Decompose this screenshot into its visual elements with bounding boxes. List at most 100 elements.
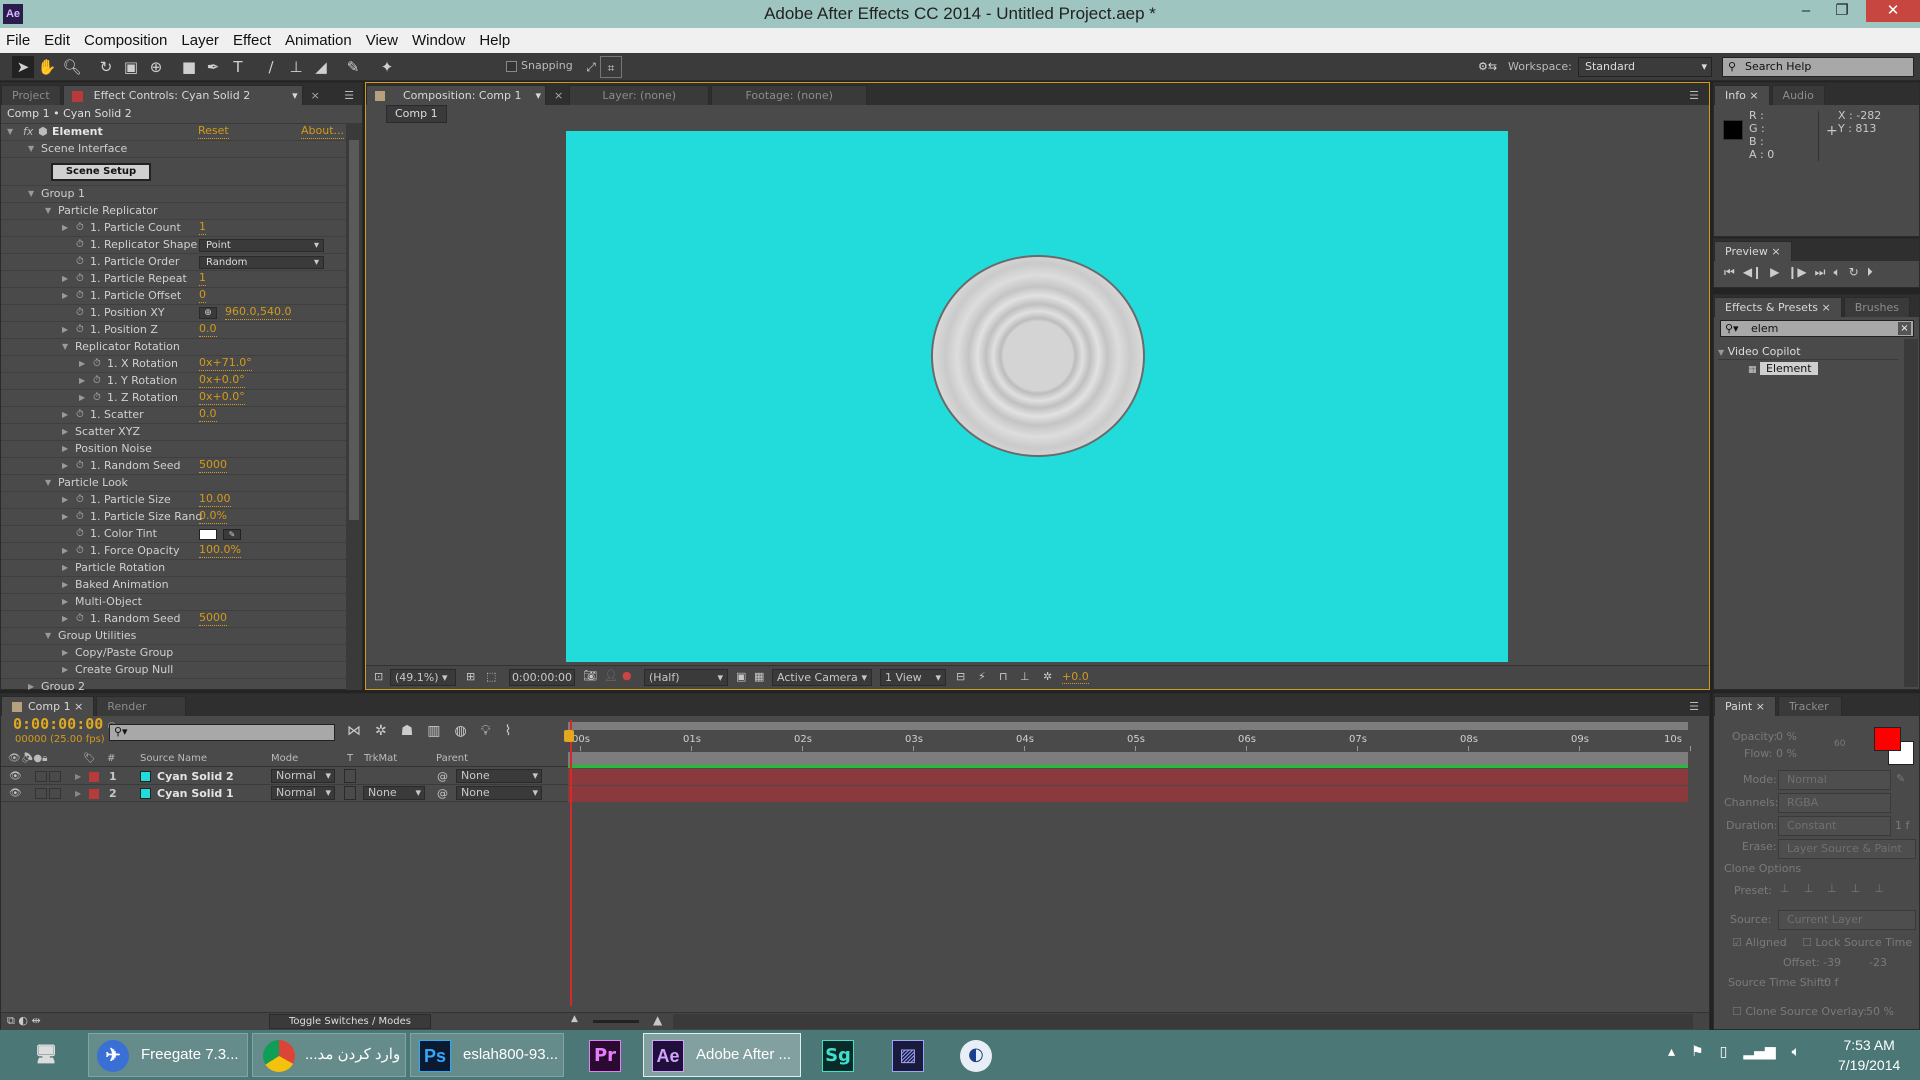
shy-layers-icon[interactable]: ☗ bbox=[401, 723, 414, 739]
layer-search-input[interactable]: ⚲▾ bbox=[109, 724, 335, 741]
twirl-closed-icon[interactable]: ▶ bbox=[62, 594, 68, 610]
region-of-interest-icon[interactable]: ▣ bbox=[736, 670, 746, 683]
eyedropper-icon[interactable]: ✎ bbox=[1896, 772, 1905, 785]
property-value[interactable]: 0.0 bbox=[199, 407, 217, 422]
media-encoder-icon[interactable]: ▨ bbox=[892, 1040, 924, 1072]
tab-brushes[interactable]: Brushes bbox=[1843, 297, 1910, 317]
menu-help[interactable]: Help bbox=[479, 32, 510, 49]
panel-menu-icon[interactable]: ☰ bbox=[344, 89, 354, 102]
solo-switch[interactable] bbox=[35, 771, 47, 782]
stopwatch-icon[interactable]: ⏱ bbox=[76, 458, 84, 474]
property-dropdown[interactable]: Random bbox=[199, 256, 324, 269]
visibility-eye-icon[interactable]: 👁︎ bbox=[9, 785, 22, 802]
tab-audio[interactable]: Audio bbox=[1771, 85, 1825, 105]
menu-view[interactable]: View bbox=[366, 32, 398, 49]
first-frame-icon[interactable]: ⏮ bbox=[1724, 265, 1735, 280]
property-value[interactable]: 0 bbox=[199, 288, 206, 303]
pixel-aspect-icon[interactable]: ⊟ bbox=[956, 670, 965, 683]
twirl-closed-icon[interactable]: ▶ bbox=[28, 679, 34, 690]
tab-preview[interactable]: Preview × bbox=[1714, 241, 1792, 261]
menu-animation[interactable]: Animation bbox=[285, 32, 352, 49]
tab-composition[interactable]: Composition: Comp 1 ▾ bbox=[366, 85, 546, 105]
close-button[interactable]: ✕ bbox=[1866, 0, 1920, 22]
twirl-open-icon[interactable]: ▼ bbox=[28, 186, 34, 202]
twirl-closed-icon[interactable]: ▶ bbox=[62, 543, 68, 559]
zoom-out-icon[interactable]: ▲ bbox=[571, 1014, 578, 1024]
stopwatch-icon[interactable]: ⏱ bbox=[76, 305, 84, 321]
layer-label-color[interactable] bbox=[89, 789, 99, 799]
menu-edit[interactable]: Edit bbox=[44, 32, 70, 49]
twirl-closed-icon[interactable]: ▶ bbox=[62, 645, 68, 661]
close-tab-icon[interactable]: × bbox=[554, 89, 563, 102]
stopwatch-icon[interactable]: ⏱ bbox=[93, 390, 101, 406]
chevron-down-icon[interactable]: ▾ bbox=[535, 86, 541, 106]
search-help-input[interactable]: ⚲ Search Help bbox=[1722, 57, 1914, 77]
next-frame-icon[interactable]: ❙▶ bbox=[1787, 265, 1806, 280]
paint-mode-dropdown[interactable]: Normal bbox=[1778, 770, 1891, 790]
fast-previews-icon[interactable]: ⚡ bbox=[978, 670, 986, 683]
source-time-shift-value[interactable]: 0 f bbox=[1824, 976, 1838, 989]
preserve-transparency-switch[interactable] bbox=[344, 769, 356, 783]
stopwatch-icon[interactable]: ⏱ bbox=[93, 356, 101, 372]
camera-tool-icon[interactable]: ▣ bbox=[120, 56, 142, 78]
clone-stamp-tool-icon[interactable]: ⊥ bbox=[285, 56, 307, 78]
twirl-open-icon[interactable]: ▼ bbox=[62, 339, 68, 355]
resolution-dropdown[interactable]: (Half) ▾ bbox=[644, 669, 728, 686]
menu-effect[interactable]: Effect bbox=[233, 32, 271, 49]
show-hidden-icons[interactable]: ▴ bbox=[1668, 1044, 1675, 1060]
mask-visibility-icon[interactable]: ⬚ bbox=[486, 670, 496, 683]
tab-layer[interactable]: Layer: (none) bbox=[569, 85, 710, 105]
twirl-closed-icon[interactable]: ▶ bbox=[62, 441, 68, 457]
speedgrade-icon[interactable]: Sg bbox=[822, 1040, 854, 1072]
layer-name[interactable]: Cyan Solid 2 bbox=[157, 768, 234, 785]
category-video-copilot[interactable]: ▼ Video Copilot bbox=[1718, 343, 1898, 360]
playhead-handle[interactable] bbox=[564, 730, 574, 742]
network-signal-icon[interactable]: ▂▄▆ bbox=[1743, 1044, 1775, 1060]
taskbar-photoshop[interactable]: Ps eslah800-93... bbox=[410, 1033, 564, 1077]
eraser-tool-icon[interactable]: ◢ bbox=[310, 56, 332, 78]
clear-search-icon[interactable]: × bbox=[1898, 322, 1911, 335]
lock-switch[interactable] bbox=[49, 788, 61, 799]
pen-tool-icon[interactable]: ✒ bbox=[202, 56, 224, 78]
play-icon[interactable]: ▶ bbox=[1770, 265, 1779, 280]
twirl-closed-icon[interactable]: ▶ bbox=[62, 288, 68, 304]
time-ruler[interactable]: 00s 01s 02s 03s 04s 05s 06s 07s 08s 09s 10s bbox=[568, 730, 1691, 752]
menu-composition[interactable]: Composition bbox=[84, 32, 167, 49]
color-swatch[interactable] bbox=[199, 529, 217, 540]
stopwatch-icon[interactable]: ⏱ bbox=[76, 509, 84, 525]
previous-frame-icon[interactable]: ◀❙ bbox=[1743, 265, 1762, 280]
property-value[interactable]: 1 bbox=[199, 271, 206, 286]
layer-bar-2[interactable] bbox=[568, 786, 1688, 802]
menu-layer[interactable]: Layer bbox=[181, 32, 219, 49]
twirl-closed-icon[interactable]: ▶ bbox=[62, 662, 68, 678]
twirl-open-icon[interactable]: ▼ bbox=[7, 124, 13, 140]
scrollbar-thumb[interactable] bbox=[349, 140, 359, 520]
twirl-closed-icon[interactable]: ▶ bbox=[79, 390, 85, 406]
chevron-down-icon[interactable]: ▾ bbox=[292, 86, 298, 106]
solo-switch[interactable] bbox=[35, 788, 47, 799]
point-picker-icon[interactable]: ⊕ bbox=[199, 307, 217, 319]
stopwatch-icon[interactable]: ⏱ bbox=[76, 271, 84, 287]
action-center-flag-icon[interactable]: ⚑ bbox=[1691, 1044, 1704, 1060]
safe-margins-icon[interactable]: ⊞ bbox=[466, 670, 475, 683]
camera-dropdown[interactable]: Active Camera ▾ bbox=[772, 669, 872, 686]
maximize-button[interactable]: ❐ bbox=[1820, 0, 1864, 22]
twirl-closed-icon[interactable]: ▶ bbox=[79, 356, 85, 372]
flowchart-icon[interactable]: ⊥ bbox=[1020, 670, 1030, 683]
pan-behind-tool-icon[interactable]: ⊕ bbox=[145, 56, 167, 78]
taskbar-after-effects[interactable]: Ae Adobe After ... bbox=[643, 1033, 801, 1077]
rectangle-tool-icon[interactable]: ■ bbox=[178, 56, 200, 78]
stopwatch-icon[interactable]: ⏱ bbox=[76, 526, 84, 542]
twirl-closed-icon[interactable]: ▶ bbox=[62, 271, 68, 287]
property-value[interactable]: 0.0% bbox=[199, 509, 227, 524]
offset-x-value[interactable]: -39 bbox=[1823, 956, 1841, 969]
taskbar-freegate[interactable]: ✈ Freegate 7.3... bbox=[88, 1033, 248, 1077]
brush-size[interactable]: 60 bbox=[1834, 739, 1845, 749]
toggle-switches-modes-button[interactable]: Toggle Switches / Modes bbox=[269, 1014, 431, 1029]
layer-row[interactable]: 👁︎ ▶ 1 Cyan Solid 2 Normal ▾ @ None ▾ bbox=[1, 768, 568, 785]
last-frame-icon[interactable]: ⏭ bbox=[1815, 265, 1826, 280]
foreground-color-swatch[interactable] bbox=[1874, 727, 1901, 751]
brush-tool-icon[interactable]: ∕ bbox=[260, 56, 282, 78]
stopwatch-icon[interactable]: ⏱ bbox=[76, 407, 84, 423]
selection-tool-icon[interactable]: ➤ bbox=[12, 56, 34, 78]
